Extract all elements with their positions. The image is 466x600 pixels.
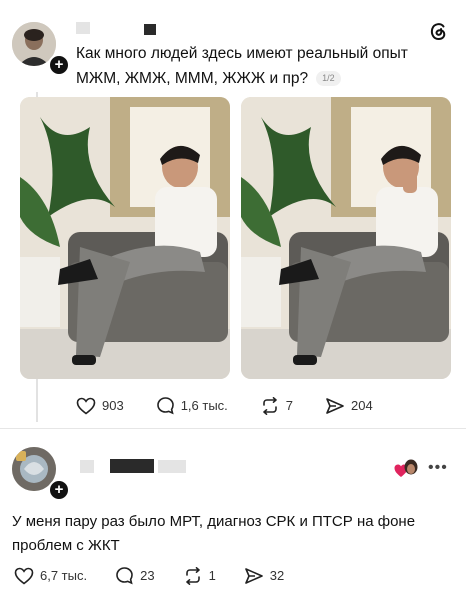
reply-redacted-username-1 xyxy=(80,460,94,473)
post-like-button[interactable]: 903 xyxy=(76,397,124,415)
reply-repost-button[interactable]: 1 xyxy=(183,566,216,585)
share-send-icon xyxy=(244,567,263,584)
post-actions-bar: 903 1,6 тыс. 7 204 xyxy=(76,396,376,415)
reply-redacted-username-3 xyxy=(158,460,186,473)
share-send-icon xyxy=(326,397,344,414)
comment-bubble-icon xyxy=(156,397,174,415)
reply-comment-button[interactable]: 23 xyxy=(115,566,155,585)
reply-share-button[interactable]: 32 xyxy=(244,567,284,585)
reply-actions-bar: 6,7 тыс. 23 1 32 xyxy=(14,566,334,585)
post-repost-count: 7 xyxy=(285,398,294,413)
reply-repost-count: 1 xyxy=(208,568,216,583)
threads-logo-icon[interactable] xyxy=(428,20,448,47)
heart-sticker-icon xyxy=(393,458,419,485)
post-share-button[interactable]: 204 xyxy=(325,397,373,415)
post-text-line-1: Как много людей здесь имеют реальный опы… xyxy=(76,45,408,62)
reply-text-line-1: У меня пару раз было МРТ, диагноз СРК и … xyxy=(12,513,416,530)
more-dots-icon[interactable]: ••• xyxy=(428,459,448,477)
reply-follow-plus-button[interactable]: + xyxy=(48,479,70,501)
reply-like-count: 6,7 тыс. xyxy=(40,568,88,583)
reply-redacted-username-2 xyxy=(110,459,154,473)
reply-share-count: 32 xyxy=(269,568,285,583)
heart-icon xyxy=(76,397,96,415)
post-like-count: 903 xyxy=(102,398,124,413)
post-text-line-2-content: МЖМ, ЖМЖ, МММ, ЖЖЖ и пр? xyxy=(76,70,309,87)
comment-bubble-icon xyxy=(116,567,133,585)
repost-icon xyxy=(185,566,200,585)
post-comment-count: 1,6 тыс. xyxy=(180,398,228,413)
post-text-line-2: МЖМ, ЖМЖ, МММ, ЖЖЖ и пр? 1/2 xyxy=(76,66,341,91)
post-comment-button[interactable]: 1,6 тыс. xyxy=(156,396,228,415)
follow-plus-button[interactable]: + xyxy=(48,54,70,76)
reply-comment-count: 23 xyxy=(140,568,155,583)
post-photo-2[interactable] xyxy=(241,97,451,379)
repost-icon xyxy=(262,396,277,415)
post-divider xyxy=(0,428,466,429)
photo-2-image xyxy=(241,97,451,379)
image-counter-badge: 1/2 xyxy=(316,71,341,86)
post-repost-button[interactable]: 7 xyxy=(260,396,294,415)
heart-icon xyxy=(14,567,34,585)
post-share-count: 204 xyxy=(351,398,373,413)
reply-like-button[interactable]: 6,7 тыс. xyxy=(14,567,87,585)
post-photo-1[interactable] xyxy=(20,97,230,379)
reply-text-line-2: проблем с ЖКТ xyxy=(12,537,120,554)
redacted-username xyxy=(76,22,90,34)
redacted-username-block xyxy=(144,24,156,35)
photo-1-image xyxy=(20,97,230,379)
